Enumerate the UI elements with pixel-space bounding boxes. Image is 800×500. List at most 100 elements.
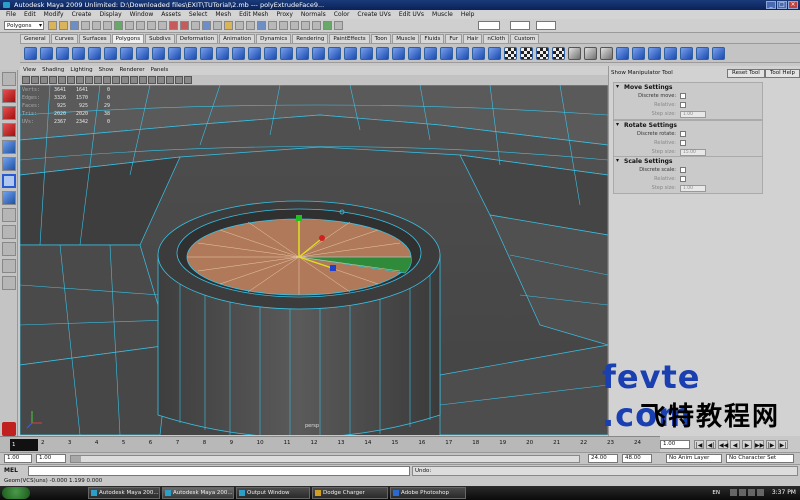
quadrangulate-icon[interactable] <box>664 47 677 60</box>
mask-icon[interactable] <box>114 21 123 30</box>
security-icon[interactable] <box>748 489 755 496</box>
range-bar[interactable] <box>70 455 580 463</box>
step-back-key-button[interactable]: ◀| <box>706 440 716 449</box>
transform-x-field[interactable] <box>478 21 500 30</box>
extrude-icon[interactable] <box>344 47 357 60</box>
bridge-icon[interactable] <box>360 47 373 60</box>
show-manipulator-tool-icon[interactable] <box>2 174 16 188</box>
shelf-tab-general[interactable]: General <box>20 34 50 43</box>
split-polygon-icon[interactable] <box>392 47 405 60</box>
uv-texture-editor-icon[interactable] <box>568 47 581 60</box>
render-icon[interactable] <box>169 21 178 30</box>
shelf-tab-custom[interactable]: Custom <box>510 34 540 43</box>
rotate-tool-icon[interactable] <box>2 140 16 154</box>
menu-create-uvs[interactable]: Create UVs <box>357 10 390 19</box>
shelf-tab-rendering[interactable]: Rendering <box>292 34 329 43</box>
field-chart-icon[interactable] <box>94 76 102 84</box>
fill-hole-icon[interactable] <box>328 47 341 60</box>
character-set-dropdown[interactable]: No Character Set <box>726 454 794 463</box>
cleanup-icon[interactable] <box>632 47 645 60</box>
delete-edge-icon[interactable] <box>488 47 501 60</box>
play-forwards-button[interactable]: ▶ <box>742 440 752 449</box>
step-back-frame-button[interactable]: ◀◀ <box>718 440 728 449</box>
shelf-tab-fluids[interactable]: Fluids <box>420 34 445 43</box>
current-time-field[interactable]: 1.00 <box>660 440 690 449</box>
menu-mesh[interactable]: Mesh <box>215 10 231 19</box>
perspective-viewport[interactable]: Verts: 3641 1641 0 Edges: 3326 1570 0 Faces: 925 9… <box>20 85 608 435</box>
mel-label[interactable]: MEL <box>4 467 18 474</box>
play-backwards-button[interactable]: ◀ <box>730 440 740 449</box>
uv-editor-icon[interactable] <box>246 21 255 30</box>
step-size-field[interactable]: 1.00 <box>680 111 706 118</box>
poly-torus-icon[interactable] <box>104 47 117 60</box>
menu-color[interactable]: Color <box>334 10 350 19</box>
open-scene-icon[interactable] <box>59 21 68 30</box>
setting-checkbox[interactable] <box>680 93 686 99</box>
gate-mask-icon[interactable] <box>85 76 93 84</box>
save-scene-icon[interactable] <box>70 21 79 30</box>
panel-menu-view[interactable]: View <box>23 66 36 75</box>
setting-checkbox[interactable] <box>680 140 686 146</box>
panel-menu-panels[interactable]: Panels <box>151 66 169 75</box>
tool-help-button[interactable]: Tool Help <box>765 69 800 78</box>
transform-y-field[interactable] <box>510 21 530 30</box>
setting-checkbox[interactable] <box>680 176 686 182</box>
spherical-mapping-icon[interactable] <box>536 47 549 60</box>
shelf-tab-deformation[interactable]: Deformation <box>175 34 219 43</box>
insert-edge-loop-icon[interactable] <box>408 47 421 60</box>
snap-grid-icon[interactable] <box>125 21 134 30</box>
select-camera-icon[interactable] <box>22 76 30 84</box>
section-header[interactable]: Scale Settings <box>614 157 762 166</box>
section-header[interactable]: Rotate Settings <box>614 121 762 130</box>
attribute-editor-icon[interactable] <box>301 21 310 30</box>
select-tool-icon[interactable] <box>2 72 16 86</box>
taskbar-item[interactable]: Autodesk Maya 200... <box>88 487 160 499</box>
poly-pyramid-icon[interactable] <box>136 47 149 60</box>
animation-end-field[interactable]: 48.00 <box>622 454 652 463</box>
taskbar-item[interactable]: Output Window <box>236 487 310 499</box>
slide-edge-icon[interactable] <box>440 47 453 60</box>
poly-plane-icon[interactable] <box>88 47 101 60</box>
film-gate-icon[interactable] <box>67 76 75 84</box>
channel-box-icon[interactable] <box>290 21 299 30</box>
boolean-difference-icon[interactable] <box>280 47 293 60</box>
history-icon[interactable] <box>202 21 211 30</box>
snap-point-icon[interactable] <box>147 21 156 30</box>
scale-tool-icon[interactable] <box>2 157 16 171</box>
hypershade-persp-icon[interactable] <box>2 276 16 290</box>
xray-icon[interactable] <box>175 76 183 84</box>
menu-set-dropdown[interactable]: Polygons <box>4 21 44 30</box>
automatic-mapping-icon[interactable] <box>552 47 565 60</box>
new-scene-icon[interactable] <box>48 21 57 30</box>
triangulate-icon[interactable] <box>648 47 661 60</box>
sculpt-geometry-icon[interactable] <box>584 47 597 60</box>
camera-attributes-icon[interactable] <box>31 76 39 84</box>
merge-icon[interactable] <box>456 47 469 60</box>
network-icon[interactable] <box>739 489 746 496</box>
shelf-tab-polygons[interactable]: Polygons <box>111 34 145 43</box>
persp-graph-icon[interactable] <box>2 259 16 273</box>
mel-input[interactable] <box>28 466 410 476</box>
range-handle[interactable] <box>71 456 81 462</box>
shelf-tab-muscle[interactable]: Muscle <box>392 34 420 43</box>
append-polygon-icon[interactable] <box>376 47 389 60</box>
separate-icon[interactable] <box>216 47 229 60</box>
minimize-button[interactable]: _ <box>766 1 776 9</box>
shelf-tab-surfaces[interactable]: Surfaces <box>78 34 111 43</box>
playback-end-field[interactable]: 24.00 <box>588 454 618 463</box>
poly-cube-icon[interactable] <box>40 47 53 60</box>
select-component-icon[interactable] <box>103 21 112 30</box>
grid-icon[interactable] <box>58 76 66 84</box>
shelf-tab-dynamics[interactable]: Dynamics <box>256 34 292 43</box>
step-forward-frame-button[interactable]: ▶▶ <box>754 440 764 449</box>
select-hierarchy-icon[interactable] <box>81 21 90 30</box>
go-to-end-button[interactable]: ▶| <box>778 440 788 449</box>
language-indicator[interactable]: EN <box>712 487 720 499</box>
animation-start-field[interactable]: 1.00 <box>4 454 32 463</box>
menu-window[interactable]: Window <box>130 10 154 19</box>
time-slider[interactable]: 1 12345678910111213141516171819202122232… <box>0 436 660 452</box>
transform-z-field[interactable] <box>536 21 556 30</box>
textured-icon[interactable] <box>148 76 156 84</box>
input-output-icon[interactable] <box>213 21 222 30</box>
start-button[interactable] <box>2 487 30 499</box>
